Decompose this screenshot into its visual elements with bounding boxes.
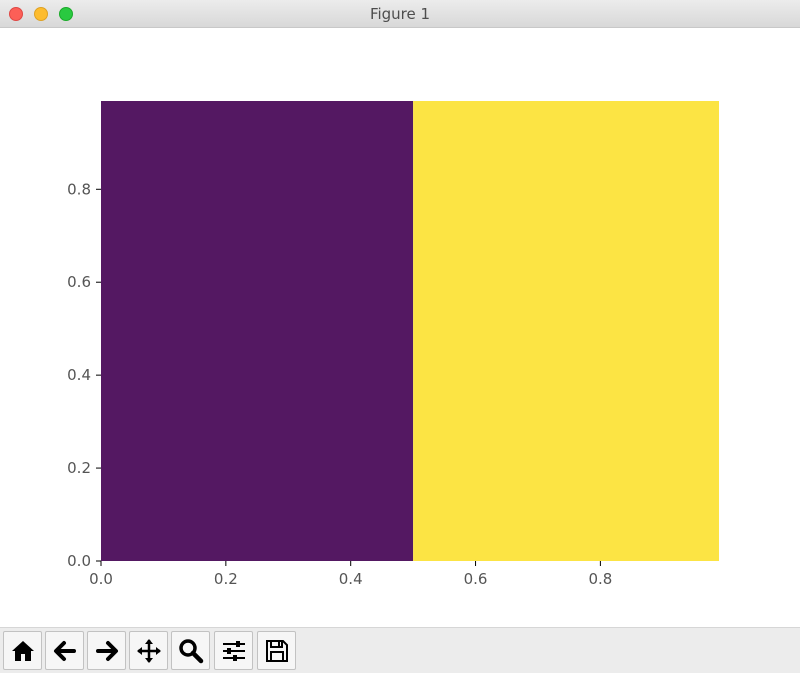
arrow-right-icon bbox=[96, 641, 118, 661]
move-icon bbox=[137, 639, 161, 663]
navigation-toolbar bbox=[0, 627, 800, 673]
y-tick-label: 0.6 bbox=[67, 273, 91, 291]
figure-canvas[interactable]: 0.0 0.2 0.4 0.6 0.8 0.0 0.2 0.4 0.6 0.8 bbox=[0, 28, 800, 627]
heatmap-cell-1 bbox=[101, 101, 414, 561]
save-button[interactable] bbox=[257, 631, 296, 670]
zoom-button[interactable] bbox=[171, 631, 210, 670]
x-tick-label: 0.2 bbox=[214, 570, 238, 588]
heatmap-cell-2 bbox=[413, 101, 719, 561]
window-title: Figure 1 bbox=[369, 5, 431, 23]
y-tick-label: 0.2 bbox=[67, 459, 91, 477]
heatmap-cells bbox=[101, 101, 719, 561]
configure-subplots-button[interactable] bbox=[214, 631, 253, 670]
x-tick-label: 0.6 bbox=[464, 570, 488, 588]
y-tick-label: 0.0 bbox=[67, 552, 91, 570]
pan-button[interactable] bbox=[129, 631, 168, 670]
sliders-icon bbox=[223, 641, 245, 661]
floppy-disk-icon bbox=[266, 640, 288, 662]
x-tick-label: 0.8 bbox=[588, 570, 612, 588]
back-button[interactable] bbox=[45, 631, 84, 670]
y-tick-label: 0.4 bbox=[67, 366, 91, 384]
home-button[interactable] bbox=[3, 631, 42, 670]
y-tick-label: 0.8 bbox=[67, 180, 91, 198]
x-tick-label: 0.4 bbox=[339, 570, 363, 588]
forward-button[interactable] bbox=[87, 631, 126, 670]
x-tick-label: 0.0 bbox=[89, 570, 113, 588]
window-titlebar[interactable]: Figure 1 bbox=[0, 0, 800, 28]
magnifier-icon bbox=[179, 639, 204, 664]
arrow-left-icon bbox=[54, 641, 76, 661]
home-icon bbox=[12, 641, 34, 661]
heatmap-chart: 0.0 0.2 0.4 0.6 0.8 0.0 0.2 0.4 0.6 0.8 bbox=[67, 101, 719, 588]
